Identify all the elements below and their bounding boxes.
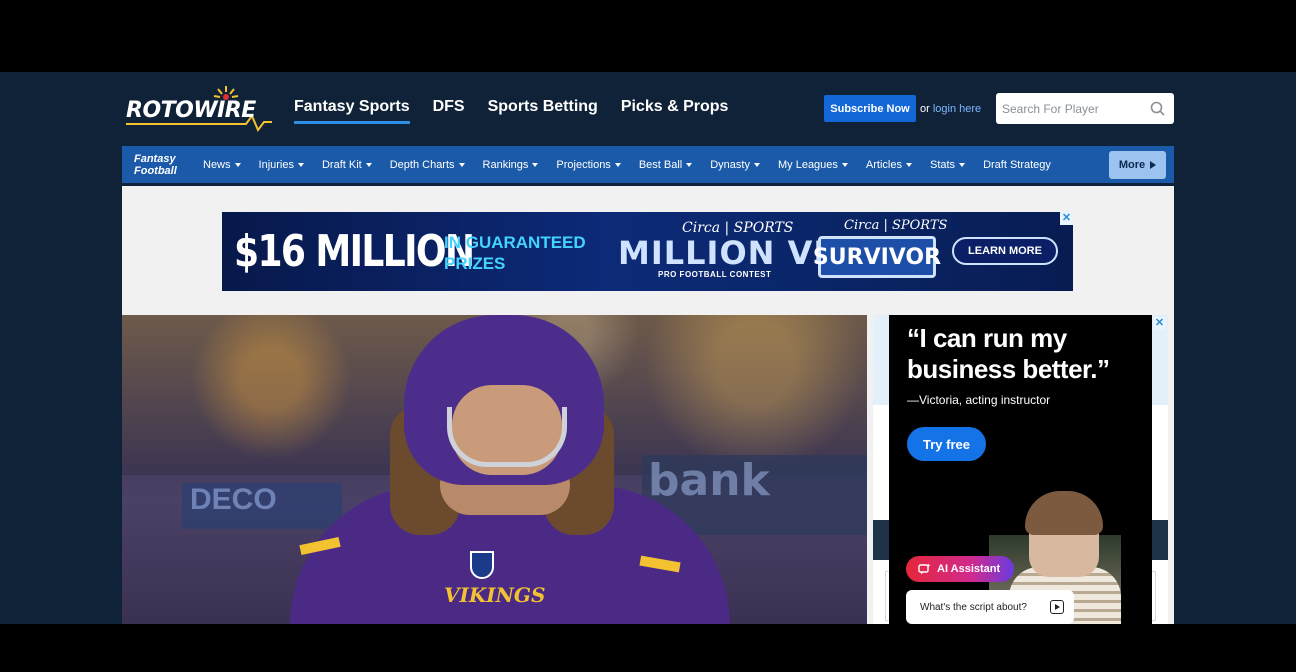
search-icon[interactable] bbox=[1150, 101, 1165, 116]
subnav-item-depth-charts[interactable]: Depth Charts bbox=[390, 159, 465, 171]
subnav-item-draft-strategy[interactable]: Draft Strategy bbox=[983, 159, 1051, 171]
page: ROTOWIRE Fantasy Sports DFS Sports Betti… bbox=[0, 72, 1296, 624]
subnav-label: Rankings bbox=[482, 159, 529, 171]
ad-million-title: MILLION VI bbox=[618, 234, 827, 272]
subnav-item-rankings[interactable]: Rankings bbox=[483, 159, 539, 171]
chevron-down-icon bbox=[614, 163, 621, 167]
ad-brand-circa-2: Circa | SPORTS bbox=[844, 218, 948, 233]
logo-text: ROTOWIRE bbox=[126, 98, 256, 123]
main-content: $16 MILLION IN GUARANTEED PRIZES Circa |… bbox=[122, 186, 1174, 624]
subnav-item-my-leagues[interactable]: My Leagues bbox=[778, 159, 848, 171]
subnav-label: Projections bbox=[556, 159, 611, 171]
ad-prize-amount: $16 MILLION bbox=[234, 226, 475, 277]
ai-assistant-label: AI Assistant bbox=[937, 563, 1001, 575]
chevron-down-icon bbox=[297, 163, 304, 167]
login-link[interactable]: login here bbox=[933, 103, 981, 115]
chevron-down-icon bbox=[365, 163, 372, 167]
chevron-down-icon bbox=[841, 163, 848, 167]
player-search bbox=[996, 93, 1174, 124]
arrow-right-icon bbox=[1150, 161, 1157, 169]
subnav-label: Depth Charts bbox=[389, 159, 455, 171]
subnav-label: Stats bbox=[929, 159, 956, 171]
chevron-down-icon bbox=[458, 163, 465, 167]
main-nav: Fantasy Sports DFS Sports Betting Picks … bbox=[294, 98, 728, 124]
fantasy-football-subnav: Fantasy Football News Injuries Draft Kit… bbox=[122, 146, 1174, 183]
ad-close-icon[interactable]: ✕ bbox=[1060, 212, 1073, 225]
more-button[interactable]: More bbox=[1109, 151, 1166, 179]
try-free-button[interactable]: Try free bbox=[907, 427, 986, 461]
subnav-item-news[interactable]: News bbox=[203, 159, 241, 171]
nav-dfs[interactable]: DFS bbox=[433, 98, 465, 124]
section-title[interactable]: Fantasy Football bbox=[134, 153, 177, 177]
rotowire-logo[interactable]: ROTOWIRE bbox=[126, 84, 276, 132]
more-label: More bbox=[1118, 159, 1146, 171]
section-title-line1: Fantasy bbox=[134, 153, 176, 165]
side-ad-close-icon[interactable]: ✕ bbox=[1153, 317, 1166, 330]
send-icon[interactable] bbox=[1050, 600, 1064, 614]
nav-sports-betting[interactable]: Sports Betting bbox=[488, 98, 598, 124]
ad-quote: “I can run my business better.” bbox=[907, 323, 1110, 384]
adobe-side-ad[interactable]: “I can run my business better.” —Victori… bbox=[889, 315, 1152, 624]
subnav-item-dynasty[interactable]: Dynasty bbox=[710, 159, 760, 171]
chevron-down-icon bbox=[532, 163, 539, 167]
subnav-item-articles[interactable]: Articles bbox=[866, 159, 912, 171]
subnav-item-best-ball[interactable]: Best Ball bbox=[638, 159, 693, 171]
or-text: or bbox=[920, 103, 930, 115]
jersey-wordmark: VIKINGS bbox=[444, 583, 546, 607]
login-prompt: or login here bbox=[920, 103, 981, 115]
nav-fantasy-sports[interactable]: Fantasy Sports bbox=[294, 98, 410, 124]
helmet-facemask bbox=[447, 407, 567, 467]
ad-person-hair bbox=[1025, 491, 1103, 535]
ai-assistant-icon bbox=[918, 563, 931, 575]
chevron-down-icon bbox=[959, 163, 966, 167]
ad-prize-text: IN GUARANTEED PRIZES bbox=[444, 232, 586, 274]
subnav-label: Draft Strategy bbox=[983, 159, 1051, 171]
subnav-item-injuries[interactable]: Injuries bbox=[259, 159, 304, 171]
ai-assistant-pill[interactable]: AI Assistant bbox=[906, 556, 1014, 582]
ad-quote-author: —Victoria, acting instructor bbox=[907, 393, 1051, 407]
nav-picks-props[interactable]: Picks & Props bbox=[621, 98, 729, 124]
ad-contest-subtitle: PRO FOOTBALL CONTEST bbox=[658, 270, 772, 279]
subnav-item-stats[interactable]: Stats bbox=[929, 159, 966, 171]
ai-prompt-text: What's the script about? bbox=[920, 601, 1027, 613]
subnav-item-draft-kit[interactable]: Draft Kit bbox=[322, 159, 372, 171]
ad-learn-more-button[interactable]: LEARN MORE bbox=[952, 237, 1058, 265]
ai-prompt-field[interactable]: What's the script about? bbox=[906, 590, 1074, 624]
subnav-item-projections[interactable]: Projections bbox=[556, 159, 621, 171]
subnav-label: My Leagues bbox=[777, 159, 838, 171]
subnav-list: News Injuries Draft Kit Depth Charts Ran… bbox=[203, 159, 1069, 171]
subnav-label: Dynasty bbox=[710, 159, 750, 171]
subnav-label: Best Ball bbox=[638, 159, 683, 171]
subscribe-button[interactable]: Subscribe Now bbox=[824, 95, 916, 122]
search-input[interactable] bbox=[1002, 100, 1142, 117]
ad-survivor-logo: SURVIVOR bbox=[813, 236, 941, 278]
subnav-label: Articles bbox=[865, 159, 902, 171]
subnav-label: Injuries bbox=[258, 159, 294, 171]
subnav-label: Draft Kit bbox=[321, 159, 362, 171]
screen-frame: ROTOWIRE Fantasy Sports DFS Sports Betti… bbox=[0, 0, 1296, 672]
ad-prize-line1: IN GUARANTEED bbox=[444, 233, 586, 252]
chevron-down-icon bbox=[753, 163, 760, 167]
stadium-signage-left: DECO bbox=[182, 483, 342, 529]
section-title-line2: Football bbox=[134, 165, 177, 177]
chevron-down-icon bbox=[905, 163, 912, 167]
ad-prize-line2: PRIZES bbox=[444, 254, 506, 273]
circa-banner-ad[interactable]: $16 MILLION IN GUARANTEED PRIZES Circa |… bbox=[222, 212, 1073, 291]
chevron-down-icon bbox=[686, 163, 693, 167]
subnav-label: News bbox=[203, 159, 231, 171]
hero-image[interactable]: bank DECO VIKINGS bbox=[122, 315, 867, 624]
nfl-shield-icon bbox=[470, 551, 494, 579]
chevron-down-icon bbox=[234, 163, 241, 167]
